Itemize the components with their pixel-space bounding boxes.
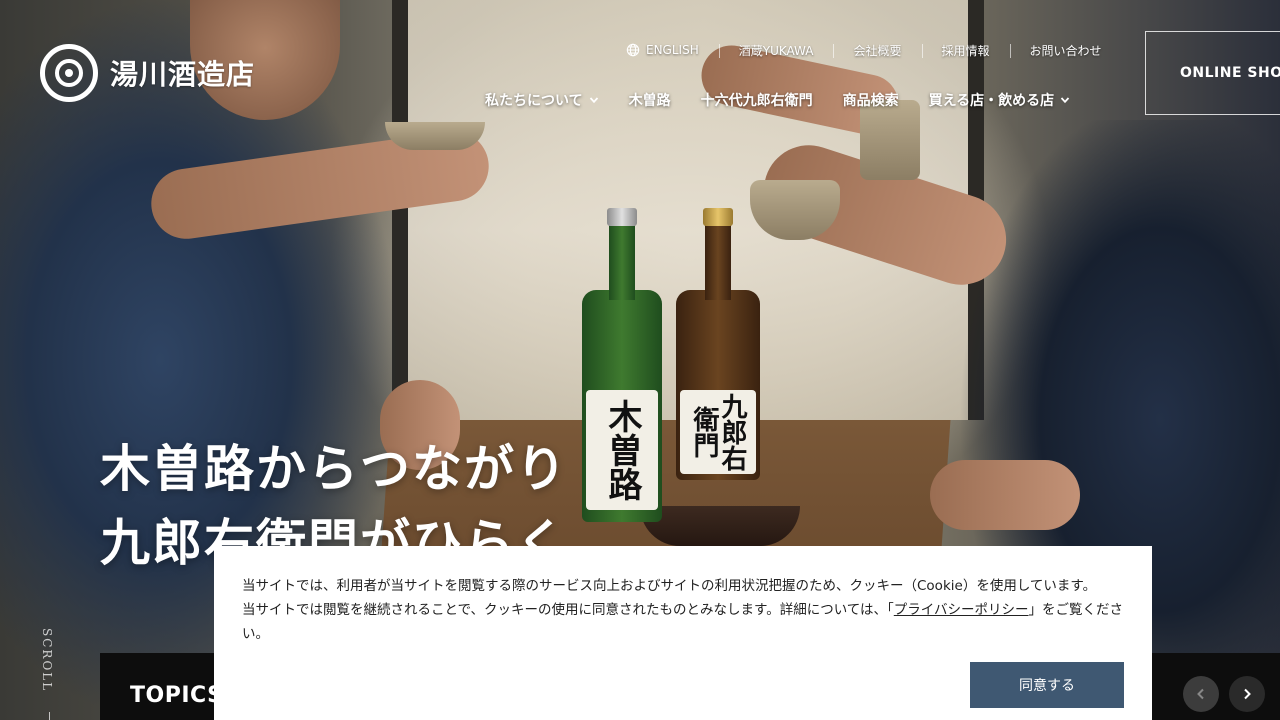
bottle-kisoji-label: 木曽路: [586, 390, 658, 510]
nav-item-about[interactable]: 私たちについて: [470, 90, 614, 110]
chevron-left-icon: [1197, 688, 1204, 700]
chevron-down-icon: [1061, 97, 1070, 104]
nav-item-label: 十六代九郎右衛門: [700, 93, 813, 109]
bottle-kisoji: 木曽路: [582, 208, 662, 522]
online-shop-button[interactable]: ONLINE SHOP: [1145, 31, 1280, 115]
cookie-text-line2: 当サイトでは閲覧を継続されることで、クッキーの使用に同意されたものとみなします。…: [242, 598, 1132, 646]
privacy-policy-link[interactable]: プライバシーポリシー: [894, 602, 1029, 618]
scroll-line: [49, 712, 50, 720]
nav-item-label: 商品検索: [842, 93, 899, 109]
bottle-kurouemon: 九郎右衛門: [676, 208, 760, 480]
bottle-kurouemon-label: 九郎右衛門: [680, 390, 756, 474]
topics-heading: TOPICS: [130, 683, 224, 708]
online-shop-label: ONLINE SHOP: [1180, 65, 1280, 81]
sake-bowl: [640, 506, 800, 546]
logo-text: 湯川酒造店: [110, 58, 256, 91]
util-link-company[interactable]: 会社概要: [833, 42, 921, 59]
logo-mark-icon: [40, 44, 98, 102]
nav-item-label: 私たちについて: [485, 93, 583, 109]
sake-cup: [385, 122, 485, 150]
cookie-text-line2-before: 当サイトでは閲覧を継続されることで、クッキーの使用に同意されたものとみなします。…: [242, 602, 894, 618]
chevron-right-icon: [1244, 688, 1251, 700]
nav-item-label: 買える店・飲める店: [928, 93, 1055, 109]
sake-cup: [860, 100, 920, 180]
nav-item-product-search[interactable]: 商品検索: [828, 90, 914, 110]
util-link-recruit[interactable]: 採用情報: [921, 42, 1010, 59]
language-english-link[interactable]: ENGLISH: [606, 43, 719, 57]
nav-item-kurouemon[interactable]: 十六代九郎右衛門: [686, 90, 828, 110]
chevron-down-icon: [589, 97, 598, 104]
util-link-contact[interactable]: お問い合わせ: [1009, 42, 1122, 59]
site-logo[interactable]: 湯川酒造店: [40, 44, 255, 102]
cookie-agree-button[interactable]: 同意する: [970, 662, 1124, 708]
nav-item-kisoji[interactable]: 木曽路: [614, 90, 686, 110]
globe-icon: [626, 43, 640, 57]
cookie-text: 当サイトでは、利用者が当サイトを閲覧する際のサービス向上およびサイトの利用状況把…: [242, 574, 1132, 646]
hero-catchcopy-line1: 木曽路からつながり: [100, 440, 568, 498]
cookie-banner: 当サイトでは、利用者が当サイトを閲覧する際のサービス向上およびサイトの利用状況把…: [214, 546, 1152, 720]
nav-item-label: 木曽路: [628, 93, 671, 109]
scroll-indicator: SCROLL: [40, 628, 54, 693]
utility-nav: ENGLISH 酒蔵YUKAWA 会社概要 採用情報 お問い合わせ: [606, 40, 1122, 60]
hero-hand: [930, 460, 1080, 530]
util-link-kura-yukawa[interactable]: 酒蔵YUKAWA: [718, 42, 834, 59]
main-nav: 私たちについて 木曽路 十六代九郎右衛門 商品検索 買える店・飲める店: [470, 90, 1085, 110]
nav-item-shops[interactable]: 買える店・飲める店: [914, 90, 1086, 110]
cookie-text-line1: 当サイトでは、利用者が当サイトを閲覧する際のサービス向上およびサイトの利用状況把…: [242, 578, 1097, 594]
topics-prev-button[interactable]: [1183, 676, 1219, 712]
language-english-label: ENGLISH: [646, 43, 699, 57]
topics-next-button[interactable]: [1229, 676, 1265, 712]
